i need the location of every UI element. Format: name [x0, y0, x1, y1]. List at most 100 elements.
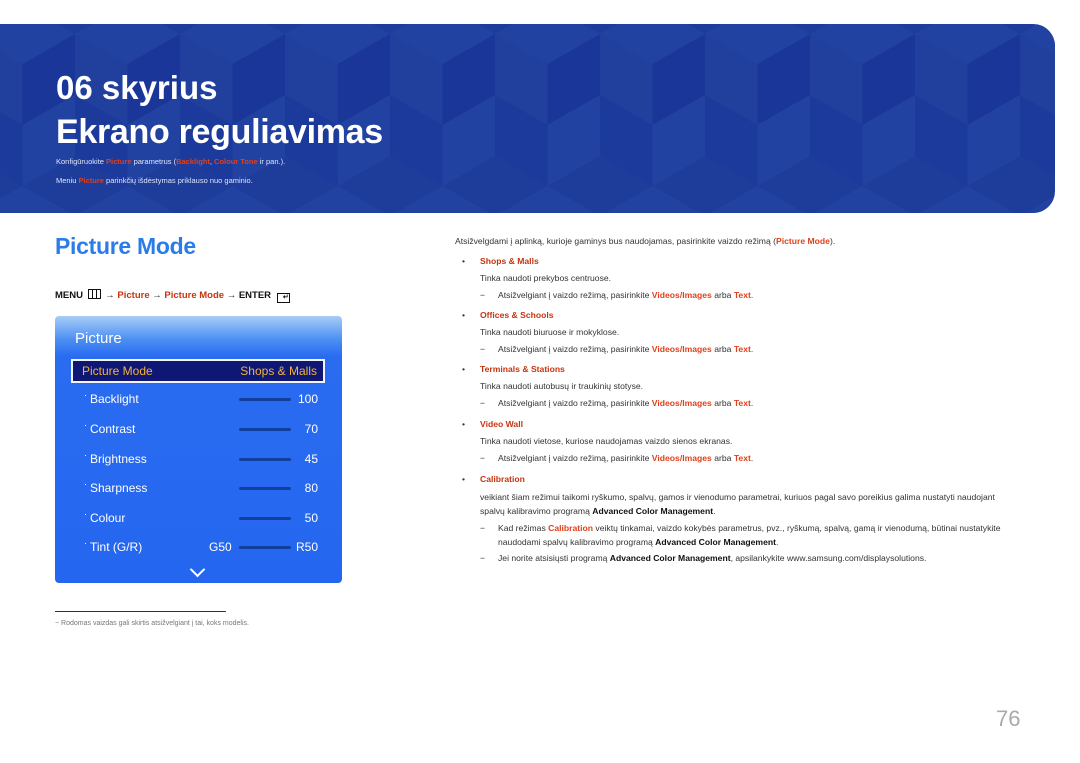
mode-desc: Tinka naudoti autobusų ir traukinių stot…	[480, 381, 644, 391]
text: , apsilankykite www.samsung.com/displays…	[730, 553, 927, 563]
menu-item-value: 80	[304, 481, 318, 495]
text: Jei norite atsisiųsti programą	[498, 553, 610, 563]
text: Meniu	[56, 176, 79, 185]
menu-item-label: Brightness	[90, 452, 147, 466]
bullet-icon: •	[462, 310, 466, 320]
dash-icon: −	[480, 453, 486, 463]
dash-icon: −	[480, 523, 486, 533]
bullet-icon: •	[462, 256, 466, 266]
footnote: − Rodomas vaizdas gali skirtis atsižvelg…	[55, 620, 249, 627]
bold-text: Advanced Color Management	[655, 537, 776, 547]
highlight-picture: Picture	[78, 176, 104, 185]
text: .	[750, 290, 754, 300]
text: .	[750, 398, 754, 408]
bullet-icon: •	[462, 419, 466, 429]
enter-label: ENTER	[238, 290, 272, 301]
menu-icon	[87, 289, 101, 299]
menu-item-label: Contrast	[90, 422, 136, 436]
dash-icon: −	[480, 290, 486, 300]
mode-desc: Tinka naudoti vietose, kuriose naudojama…	[480, 436, 733, 446]
menu-item-label: Colour	[90, 511, 126, 525]
menu-item-value: 45	[304, 452, 318, 466]
chapter-number: 06 skyrius	[56, 69, 218, 106]
menu-label: MENU	[55, 290, 83, 301]
text: ir pan.).	[257, 157, 286, 166]
text: Atsižvelgiant į vaizdo režimą, pasirinki…	[498, 453, 652, 463]
text: .	[750, 344, 754, 354]
mode-name: Calibration	[480, 474, 525, 484]
panel-title: Picture	[75, 330, 122, 347]
mode-name: Terminals & Stations	[480, 364, 565, 374]
note-text: Jei norite atsisiųsti programą Advanced …	[498, 553, 1013, 564]
tint-green-value: G50	[209, 540, 232, 554]
text: parametrus (	[131, 157, 177, 166]
highlight-picture: Picture	[106, 157, 132, 166]
menu-item-label: Tint (G/R)	[90, 540, 143, 554]
text: ).	[829, 236, 836, 246]
slider-bar[interactable]	[239, 398, 291, 401]
chapter-title: Ekrano reguliavimas	[56, 113, 383, 151]
mode-name: Offices & Schools	[480, 310, 554, 320]
note-text: Atsižvelgiant į vaizdo režimą, pasirinki…	[498, 344, 1013, 355]
highlight: Text	[733, 344, 751, 354]
arrow: →	[152, 290, 162, 301]
menu-item-label: Picture Mode	[82, 364, 153, 378]
intro-text: Atsižvelgdami į aplinką, kurioje gaminys…	[455, 236, 835, 247]
text: Kad režimas	[498, 523, 549, 533]
highlight: Text	[733, 453, 751, 463]
text: veikiant šiam režimui taikomi ryškumo, s…	[480, 492, 995, 516]
slider-bar[interactable]	[239, 546, 291, 549]
slider-bar[interactable]	[239, 428, 291, 431]
menu-item-backlight[interactable]: · Backlight 100	[75, 389, 320, 409]
highlight-picture-mode: Picture Mode	[775, 236, 830, 246]
highlight: Videos/Images	[651, 398, 712, 408]
menu-path: MENU → Picture → Picture Mode → ENTER ↵	[55, 289, 290, 303]
tint-red-value: R50	[295, 540, 318, 554]
bullet-icon: ·	[84, 450, 87, 460]
highlight: Calibration	[548, 523, 594, 533]
text: arba	[711, 398, 734, 408]
chevron-down-icon[interactable]	[189, 561, 206, 578]
arrow: →	[226, 290, 237, 301]
menu-item-brightness[interactable]: · Brightness 45	[75, 449, 320, 469]
text: .	[750, 453, 754, 463]
note-text: Kad režimas Calibration veiktų tinkamai,…	[498, 521, 1013, 549]
note-text: Atsižvelgiant į vaizdo režimą, pasirinki…	[498, 290, 1013, 301]
highlight: Videos/Images	[651, 290, 712, 300]
mode-name: Shops & Malls	[480, 256, 539, 266]
arrow: →	[105, 290, 115, 301]
bold-text: Advanced Color Management	[592, 506, 714, 516]
mode-desc: Tinka naudoti biuruose ir mokyklose.	[480, 327, 620, 337]
menu-item-contrast[interactable]: · Contrast 70	[75, 419, 320, 439]
note-text: Atsižvelgiant į vaizdo režimą, pasirinki…	[498, 398, 1013, 409]
menu-item-label: Sharpness	[90, 481, 148, 495]
slider-bar[interactable]	[239, 458, 291, 461]
enter-icon: ↵	[276, 293, 290, 303]
footnote-divider	[55, 611, 226, 612]
menu-item-tint[interactable]: · Tint (G/R) G50 R50	[75, 537, 320, 557]
menu-item-value: Shops & Malls	[240, 364, 317, 378]
menu-item-sharpness[interactable]: · Sharpness 80	[75, 478, 320, 498]
menu-item-picture-mode[interactable]: Picture Mode Shops & Malls	[71, 359, 325, 383]
chapter-subtitle-2: Meniu Picture parinkčių išdėstymas prikl…	[56, 176, 253, 186]
slider-bar[interactable]	[239, 487, 291, 490]
text: arba	[711, 344, 734, 354]
path-picture: Picture	[117, 290, 150, 301]
bullet-icon: •	[462, 364, 466, 374]
menu-item-label: Backlight	[90, 392, 139, 406]
highlight: Text	[733, 290, 751, 300]
text: Atsižvelgiant į vaizdo režimą, pasirinki…	[498, 344, 652, 354]
menu-item-colour[interactable]: · Colour 50	[75, 508, 320, 528]
chapter-banner: 06 skyrius Ekrano reguliavimas Konfigūru…	[0, 24, 1055, 213]
bold-text: Advanced Color Management	[609, 553, 731, 563]
mode-desc: Tinka naudoti prekybos centruose.	[480, 273, 612, 283]
menu-item-value: 50	[304, 511, 318, 525]
text: .	[775, 537, 779, 547]
note-text: Atsižvelgiant į vaizdo režimą, pasirinki…	[498, 453, 1013, 464]
slider-bar[interactable]	[239, 517, 291, 520]
highlight: Videos/Images	[651, 453, 712, 463]
text: parinkčių išdėstymas priklauso nuo gamin…	[103, 176, 253, 185]
bullet-icon: •	[462, 474, 466, 484]
section-title: Picture Mode	[55, 233, 196, 259]
footnote-text: Rodomas vaizdas gali skirtis atsižvelgia…	[61, 620, 249, 627]
